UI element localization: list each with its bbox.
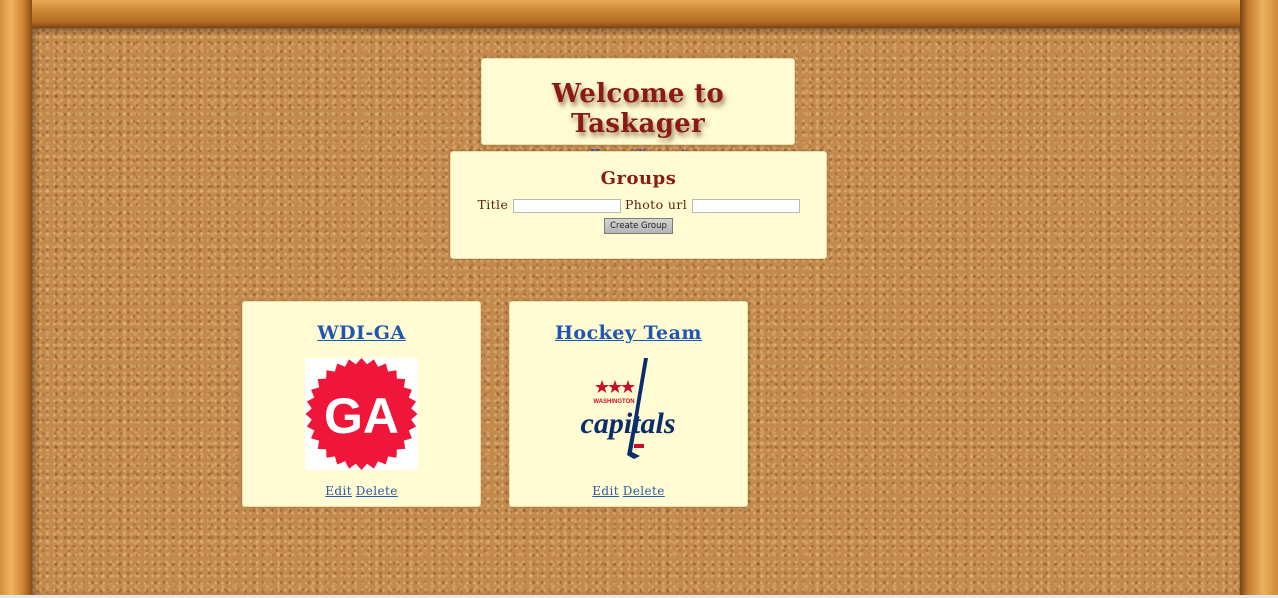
header-card: Welcome to Taskager Home Signout	[481, 58, 795, 161]
frame-top	[0, 0, 1278, 28]
delete-group-link[interactable]: Delete	[623, 484, 665, 498]
create-group-button[interactable]: Create Group	[604, 217, 673, 234]
title-input[interactable]	[512, 198, 621, 213]
photo-url-label: Photo url	[625, 197, 688, 212]
photo-url-input[interactable]	[691, 198, 800, 213]
edit-group-link[interactable]: Edit	[325, 484, 352, 498]
capitals-logo-top-text: WASHINGTON	[593, 399, 634, 405]
capitals-logo[interactable]: WASHINGTON capitals	[572, 358, 685, 470]
title-label: Title	[477, 197, 509, 212]
group-title-link[interactable]: Hockey Team	[510, 322, 747, 344]
groups-heading: Groups	[600, 168, 677, 189]
capitals-stars	[595, 380, 635, 393]
groups-form-card: Groups Title Photo url Create Group	[450, 151, 827, 259]
group-actions: Edit Delete	[510, 484, 747, 498]
frame-right	[1240, 0, 1278, 598]
capitals-logo-text: capitals	[581, 407, 676, 440]
group-title-link[interactable]: WDI-GA	[243, 322, 480, 344]
group-card: Hockey Team WASHINGTON capitals Edit Del…	[509, 301, 748, 507]
edit-group-link[interactable]: Edit	[592, 484, 619, 498]
page-title: Welcome to Taskager	[551, 79, 725, 139]
delete-group-link[interactable]: Delete	[356, 484, 398, 498]
ga-logo-text: GA	[324, 388, 399, 444]
group-form-row: Title Photo url	[451, 197, 826, 213]
frame-left	[0, 0, 32, 598]
ga-logo[interactable]: GA	[305, 358, 418, 470]
group-card: WDI-GA GA Edit Delete	[242, 301, 481, 507]
group-actions: Edit Delete	[243, 484, 480, 498]
